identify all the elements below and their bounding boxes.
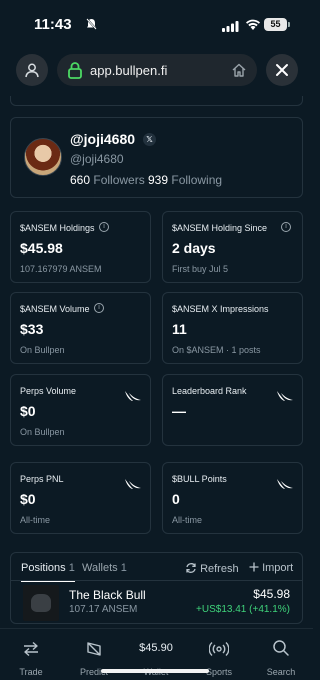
nav-trade[interactable]: Trade [1,629,61,677]
profile-card: @joji4680 𝕏 @joji4680 660 Followers 939 … [10,117,303,198]
close-icon [276,64,288,76]
info-icon[interactable]: i [99,222,109,232]
position-change: +US$13.41 (+41.1%) [196,604,290,615]
status-bar: 11:43 55 [0,0,313,44]
tab-count: 1 [68,562,75,574]
stat-note: First buy Jul 5 [172,264,229,274]
bull-horns-icon [276,477,294,496]
import-label: Import [262,562,294,574]
wifi-icon [245,18,261,36]
import-button[interactable]: Import [249,562,293,574]
info-icon[interactable]: i [94,303,104,313]
card-edge [10,96,303,106]
x-logo-icon[interactable]: 𝕏 [143,133,156,146]
followers-label: Followers [93,173,145,187]
positions-tabs: Positions 1 Wallets 1 Refresh Import [11,553,302,582]
battery-indicator: 55 [264,18,290,31]
cellular-signal-icon [222,19,239,37]
stat-value: — [172,403,186,419]
stat-ansem-volume: $ANSEM Volume i $33 On Bullpen [10,292,151,364]
bull-horns-icon [124,477,142,496]
stat-value: $45.98 [20,240,63,256]
position-amount: 107.17 ANSEM [69,604,138,615]
bull-horns-icon [124,389,142,408]
search-icon [251,629,311,657]
wallet-balance: $45.90 [139,642,173,654]
refresh-icon [186,563,196,573]
stat-note: On Bullpen [20,345,65,355]
position-name: The Black Bull [69,588,146,602]
address-bar[interactable]: app.bullpen.fi [57,54,257,86]
stat-note: All-time [20,515,51,525]
tab-wallets[interactable]: Wallets 1 [82,562,127,574]
bull-horns-icon [276,389,294,408]
token-thumbnail [23,585,59,621]
stat-label: $ANSEM Volume [20,304,90,314]
following-count[interactable]: 939 Following [148,173,222,187]
stat-note: All-time [172,515,203,525]
swap-arrows-icon [1,629,61,657]
stat-value: $33 [20,321,44,337]
stat-perps-pnl: Perps PNL $0 All-time [10,462,151,534]
broadcast-icon [189,629,249,657]
refresh-button[interactable]: Refresh [185,562,239,575]
stat-label: Leaderboard Rank [172,386,247,396]
positions-panel: Positions 1 Wallets 1 Refresh Import The… [10,552,303,624]
stat-label: $ANSEM Holdings [20,223,95,233]
followers-number: 660 [70,173,91,187]
stat-bull-points: $BULL Points 0 All-time [162,462,303,534]
stat-label: $ANSEM X Impressions [172,304,269,314]
profile-handle: @joji4680 [70,131,136,147]
tab-positions[interactable]: Positions 1 [21,562,75,582]
info-icon[interactable]: i [281,222,291,232]
user-icon [25,63,39,78]
stat-value: $0 [20,403,36,419]
stat-perps-volume: Perps Volume $0 On Bullpen [10,374,151,446]
stat-value: 2 days [172,240,216,256]
close-button[interactable] [266,54,298,86]
bell-muted-icon [86,17,97,35]
stat-ansem-x-impressions: $ANSEM X Impressions 11 On $ANSEM · 1 po… [162,292,303,364]
tab-label: Positions [21,562,66,574]
url-text: app.bullpen.fi [90,63,168,78]
stat-label: $BULL Points [172,474,227,484]
home-indicator [101,669,209,673]
stat-ansem-holdings: $ANSEM Holdings i $45.98 107.167979 ANSE… [10,211,151,283]
status-time: 11:43 [34,16,72,33]
tab-count: 1 [120,562,127,574]
stat-label: $ANSEM Holding Since [172,223,268,233]
nav-label: Trade [19,667,43,677]
stat-note: 107.167979 ANSEM [20,264,102,274]
stat-value: 11 [172,321,187,337]
following-label: Following [171,173,223,187]
predict-icon [64,629,124,657]
refresh-label: Refresh [200,563,239,575]
stat-label: Perps Volume [20,386,77,396]
stat-note: On $ANSEM · 1 posts [172,345,261,355]
account-button[interactable] [16,54,48,86]
home-icon[interactable] [231,62,247,83]
tab-label: Wallets [82,562,118,574]
profile-subhandle: @joji4680 [70,152,124,166]
position-row[interactable]: The Black Bull 107.17 ANSEM $45.98 +US$1… [11,583,302,623]
stat-value: $0 [20,491,36,507]
avatar[interactable] [24,138,62,176]
followers-count[interactable]: 660 Followers [70,173,145,187]
following-number: 939 [148,173,169,187]
nav-search[interactable]: Search [251,629,311,677]
stat-label: Perps PNL [20,474,64,484]
stat-value: 0 [172,491,180,507]
stat-note: On Bullpen [20,427,65,437]
stat-leaderboard-rank: Leaderboard Rank — [162,374,303,446]
lock-icon [67,61,83,84]
position-value: $45.98 [253,587,290,601]
nav-label: Search [266,667,296,677]
plus-icon [249,562,259,572]
stat-ansem-holding-since: $ANSEM Holding Since i 2 days First buy … [162,211,303,283]
